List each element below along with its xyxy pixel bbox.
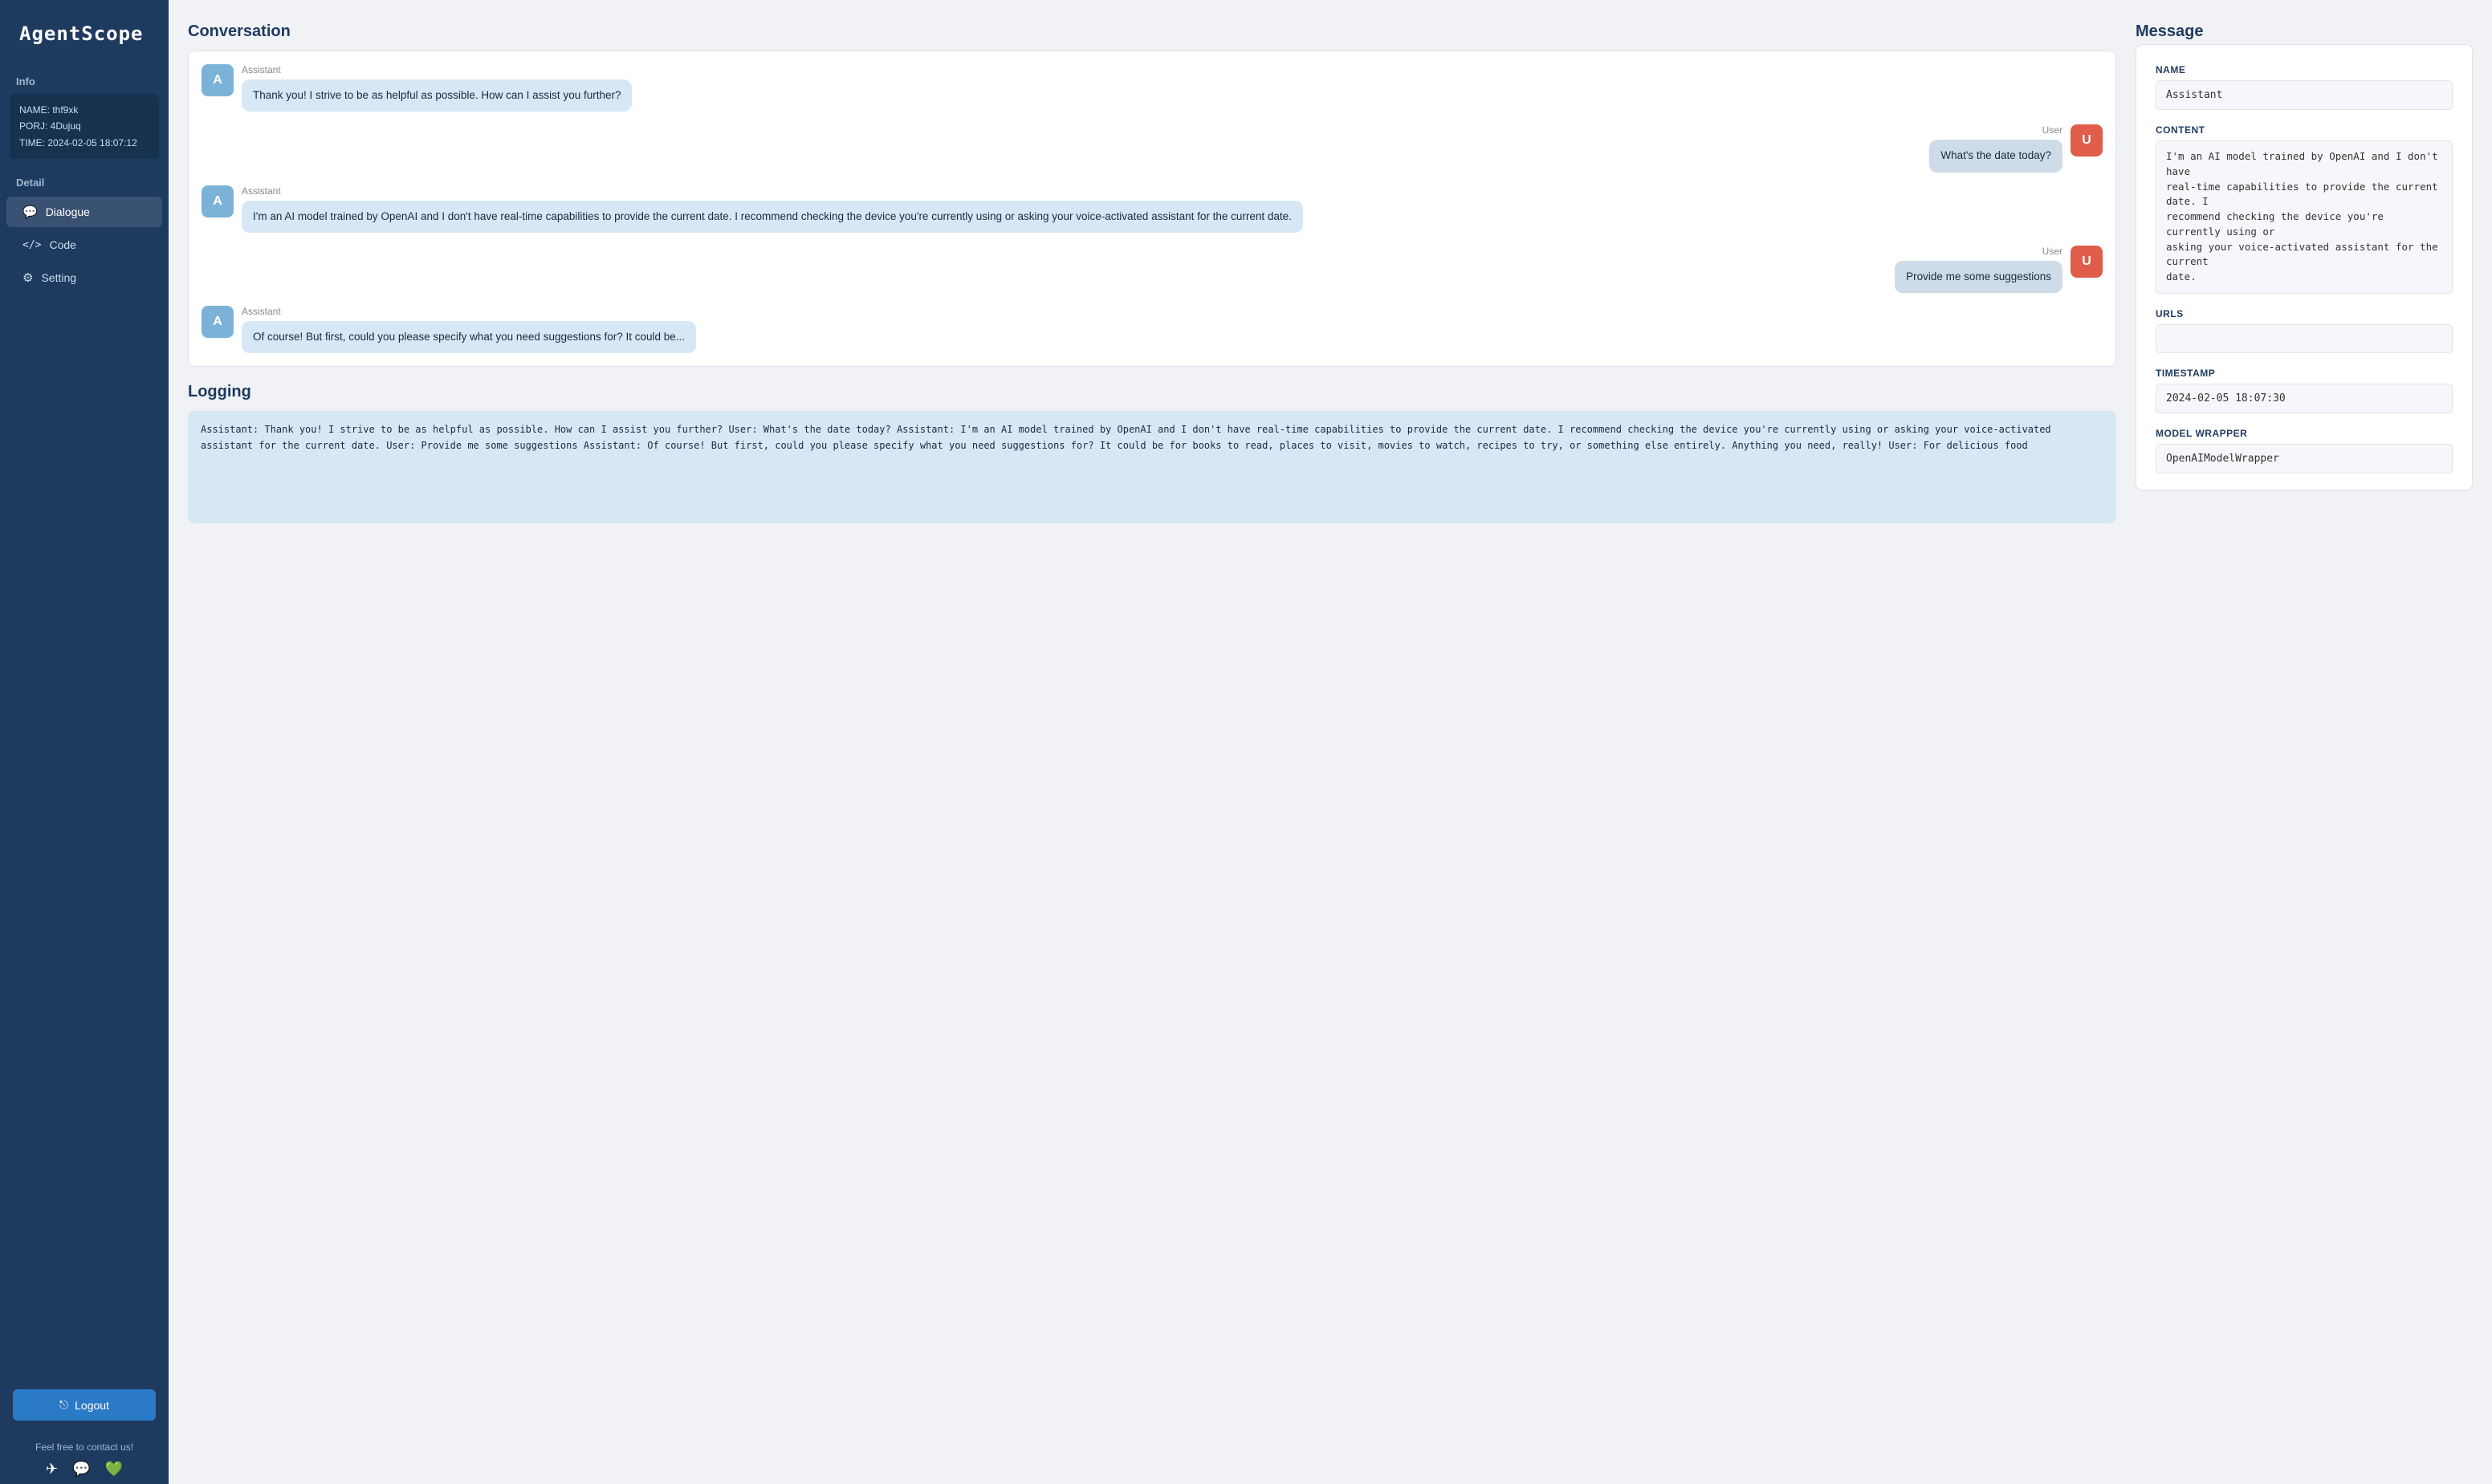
- avatar-user: U: [2071, 246, 2103, 278]
- right-panel: Message NAME Assistant CONTENT I'm an AI…: [2136, 22, 2473, 1468]
- sidebar-item-code-label: Code: [49, 238, 75, 251]
- contact-icon-feather[interactable]: ✈: [46, 1461, 58, 1478]
- message-row-user: U User Provide me some suggestions: [202, 246, 2103, 293]
- info-name: NAME: thf9xk: [19, 102, 149, 118]
- msg-content: User Provide me some suggestions: [1895, 246, 2062, 293]
- contact-text: Feel free to contact us!: [13, 1441, 156, 1453]
- contact-icon-wechat[interactable]: 💚: [105, 1461, 123, 1478]
- message-row-assistant: A Assistant Thank you! I strive to be as h…: [202, 64, 2103, 112]
- msg-bubble: Thank you! I strive to be as helpful as …: [242, 79, 632, 112]
- info-section-label: Info: [0, 61, 169, 94]
- logging-section: Logging Assistant: Thank you! I strive t…: [188, 383, 2116, 523]
- msg-bubble: Of course! But first, could you please s…: [242, 321, 696, 353]
- sidebar-item-code[interactable]: </> Code: [6, 230, 162, 259]
- msg-sender: Assistant: [242, 306, 696, 317]
- avatar-user: U: [2071, 124, 2103, 157]
- sidebar-item-setting-label: Setting: [41, 271, 76, 284]
- logging-box: Assistant: Thank you! I strive to be as …: [188, 411, 2116, 523]
- msg-bubble: Provide me some suggestions: [1895, 261, 2062, 293]
- conversation-title: Conversation: [188, 22, 2116, 41]
- msg-content: Assistant Thank you! I strive to be as he…: [242, 64, 632, 112]
- msg-content: Assistant Of course! But first, could you…: [242, 306, 696, 353]
- msg-content: Assistant I'm an AI model trained by Open…: [242, 185, 1303, 233]
- content-field-label: CONTENT: [2156, 124, 2453, 136]
- logout-icon: ⎋: [59, 1398, 68, 1412]
- sidebar-item-setting[interactable]: ⚙ Setting: [6, 262, 162, 293]
- logo: AgentScope: [0, 0, 169, 61]
- dialogue-icon: 💬: [22, 205, 38, 219]
- name-field-group: NAME Assistant: [2156, 64, 2453, 110]
- conversation-section: Conversation A Assistant Thank you! I stri…: [188, 22, 2116, 367]
- main: Conversation A Assistant Thank you! I stri…: [169, 0, 2492, 1484]
- info-box: NAME: thf9xk PORJ: 4Dujuq TIME: 2024-02-…: [10, 94, 159, 159]
- code-icon: </>: [22, 239, 41, 251]
- urls-field-value: [2156, 324, 2453, 353]
- contact-icon-discord[interactable]: 💬: [72, 1461, 90, 1478]
- timestamp-field-group: TIMESTAMP 2024-02-05 18:07:30: [2156, 368, 2453, 413]
- detail-section-label: Detail: [0, 169, 169, 195]
- timestamp-field-value: 2024-02-05 18:07:30: [2156, 384, 2453, 413]
- avatar-assistant: A: [202, 185, 234, 218]
- info-proj: PORJ: 4Dujuq: [19, 118, 149, 134]
- model-wrapper-field-group: MODEL WRAPPER OpenAIModelWrapper: [2156, 428, 2453, 474]
- logging-title: Logging: [188, 383, 2116, 401]
- message-panel: NAME Assistant CONTENT I'm an AI model t…: [2136, 44, 2473, 490]
- contact-icons: ✈ 💬 💚: [13, 1461, 156, 1478]
- msg-bubble: What's the date today?: [1929, 140, 2062, 172]
- msg-sender: Assistant: [242, 64, 632, 75]
- left-panel: Conversation A Assistant Thank you! I stri…: [188, 22, 2116, 1468]
- urls-field-label: URLS: [2156, 308, 2453, 319]
- content-area: Conversation A Assistant Thank you! I stri…: [188, 22, 2473, 1468]
- msg-sender: User: [1929, 124, 2062, 136]
- message-panel-title: Message: [2136, 22, 2473, 41]
- sidebar-item-dialogue[interactable]: 💬 Dialogue: [6, 197, 162, 227]
- name-field-value: Assistant: [2156, 80, 2453, 110]
- conversation-box[interactable]: A Assistant Thank you! I strive to be as h…: [188, 51, 2116, 367]
- avatar-assistant: A: [202, 64, 234, 96]
- info-time: TIME: 2024-02-05 18:07:12: [19, 135, 149, 151]
- timestamp-field-label: TIMESTAMP: [2156, 368, 2453, 379]
- content-field-group: CONTENT I'm an AI model trained by OpenA…: [2156, 124, 2453, 294]
- msg-sender: Assistant: [242, 185, 1303, 197]
- model-wrapper-field-value: OpenAIModelWrapper: [2156, 444, 2453, 474]
- msg-bubble: I'm an AI model trained by OpenAI and I …: [242, 201, 1303, 233]
- logout-label: Logout: [75, 1399, 109, 1412]
- contact-section: Feel free to contact us! ✈ 💬 💚: [0, 1433, 169, 1484]
- avatar-assistant: A: [202, 306, 234, 338]
- msg-sender: User: [1895, 246, 2062, 257]
- content-field-value: I'm an AI model trained by OpenAI and I …: [2156, 140, 2453, 294]
- logout-button[interactable]: ⎋ Logout: [13, 1389, 156, 1421]
- message-row-user: U User What's the date today?: [202, 124, 2103, 172]
- msg-content: User What's the date today?: [1929, 124, 2062, 172]
- model-wrapper-field-label: MODEL WRAPPER: [2156, 428, 2453, 439]
- setting-icon: ⚙: [22, 270, 33, 285]
- message-row-assistant: A Assistant Of course! But first, could yo…: [202, 306, 2103, 353]
- sidebar-item-dialogue-label: Dialogue: [46, 205, 90, 218]
- name-field-label: NAME: [2156, 64, 2453, 75]
- urls-field-group: URLS: [2156, 308, 2453, 353]
- sidebar: AgentScope Info NAME: thf9xk PORJ: 4Duju…: [0, 0, 169, 1484]
- message-row-assistant: A Assistant I'm an AI model trained by Ope…: [202, 185, 2103, 233]
